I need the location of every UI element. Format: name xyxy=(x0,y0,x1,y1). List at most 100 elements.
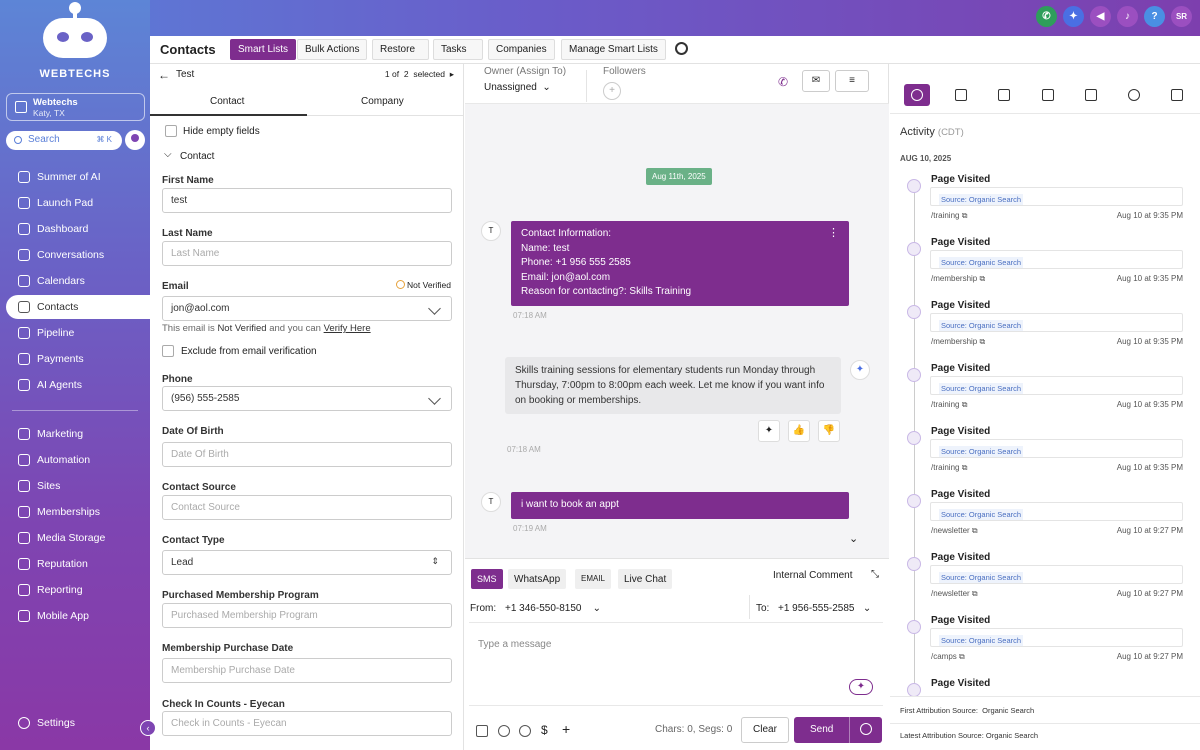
nav-sites[interactable]: Sites xyxy=(0,474,150,498)
tasks-check-icon[interactable] xyxy=(948,84,974,106)
checkin-input[interactable]: Check in Counts - Eyecan xyxy=(162,711,452,736)
message-input[interactable]: Type a message xyxy=(478,639,551,650)
exclude-verification-checkbox[interactable] xyxy=(162,345,174,357)
scroll-down-icon[interactable]: ⌄ xyxy=(849,532,858,545)
pencil-icon[interactable] xyxy=(428,392,441,405)
tasks-button[interactable]: Tasks xyxy=(433,39,483,60)
owner-select[interactable]: Unassigned ⌄ xyxy=(484,82,551,93)
calendar-icon[interactable] xyxy=(1035,84,1061,106)
contact-source-input[interactable]: Contact Source xyxy=(162,495,452,520)
event-path-link[interactable]: /training ⧉ xyxy=(931,400,967,410)
nav-dashboard[interactable]: Dashboard xyxy=(0,217,150,241)
event-path-link[interactable]: /training ⧉ xyxy=(931,463,967,473)
nav-reporting[interactable]: Reporting xyxy=(0,578,150,602)
ai-suggest-icon[interactable]: ✦ xyxy=(758,420,780,442)
internal-comment-toggle[interactable]: Internal Comment xyxy=(773,570,852,581)
nav-reputation[interactable]: Reputation xyxy=(0,552,150,576)
next-arrow-icon[interactable]: ▸ xyxy=(450,69,454,79)
nav-launch-pad[interactable]: Launch Pad xyxy=(0,191,150,215)
schedule-icon[interactable] xyxy=(860,723,872,735)
nav-conversations[interactable]: Conversations xyxy=(0,243,150,267)
thumbs-up-icon[interactable]: 👍 xyxy=(788,420,810,442)
companies-button[interactable]: Companies xyxy=(488,39,555,60)
tab-whatsapp[interactable]: WhatsApp xyxy=(508,569,567,589)
event-path-link[interactable]: /training ⧉ xyxy=(931,211,967,221)
nav-payments[interactable]: Payments xyxy=(0,347,150,371)
last-name-input[interactable]: Last Name xyxy=(162,241,452,266)
attachment-icon[interactable] xyxy=(498,725,510,737)
event-path-link[interactable]: /camps ⧉ xyxy=(931,652,965,662)
to-number-select[interactable]: +1 956-555-2585 ⌄ xyxy=(778,603,871,614)
expand-icon[interactable]: ⤡ xyxy=(871,569,879,580)
user-avatar[interactable]: SR xyxy=(1171,6,1192,27)
nav-media-storage[interactable]: Media Storage xyxy=(0,526,150,550)
email-input[interactable]: jon@aol.com xyxy=(162,296,452,321)
from-number-select[interactable]: +1 346-550-8150 ⌄ xyxy=(505,603,601,614)
emoji-icon[interactable] xyxy=(519,725,531,737)
megaphone-icon[interactable]: ◀ xyxy=(1090,6,1111,27)
thumbs-down-icon[interactable]: 👎 xyxy=(818,420,840,442)
conversation-panel: Owner (Assign To) Unassigned ⌄ Followers… xyxy=(465,64,889,750)
plus-icon[interactable]: + xyxy=(562,721,570,737)
collapse-sidebar-button[interactable]: ‹ xyxy=(140,720,156,736)
document-icon[interactable] xyxy=(1078,84,1104,106)
workflow-icon[interactable] xyxy=(1164,84,1190,106)
location-switcher[interactable]: Webtechs Katy, TX xyxy=(6,93,145,121)
verify-here-link[interactable]: Verify Here xyxy=(324,323,371,334)
add-follower-icon[interactable]: + xyxy=(603,82,621,100)
event-path-link[interactable]: /membership ⧉ xyxy=(931,337,985,347)
hide-empty-checkbox[interactable] xyxy=(165,125,177,137)
tab-live-chat[interactable]: Live Chat xyxy=(618,569,673,589)
template-icon[interactable] xyxy=(476,725,488,737)
nav-contacts[interactable]: Contacts xyxy=(6,295,150,319)
tab-contact[interactable]: Contact xyxy=(210,96,244,107)
ai-compose-icon[interactable]: ✦ xyxy=(849,679,873,695)
email-icon[interactable]: ✉ xyxy=(802,70,830,92)
search-bar[interactable]: Search ⌘ K xyxy=(6,131,122,150)
smart-lists-button[interactable]: Smart Lists xyxy=(230,39,297,60)
help-icon[interactable]: ? xyxy=(1144,6,1165,27)
payments-dollar-icon[interactable] xyxy=(1121,84,1147,106)
tab-sms[interactable]: SMS xyxy=(471,569,503,589)
clear-button[interactable]: Clear xyxy=(741,717,789,743)
nav-mobile-app[interactable]: Mobile App xyxy=(0,604,150,628)
purchase-date-input[interactable]: Membership Purchase Date xyxy=(162,658,452,683)
phone-call-icon[interactable]: ✆ xyxy=(778,75,788,89)
chevron-down-icon[interactable]: ⌵ xyxy=(164,149,172,160)
nav-ai-agents[interactable]: AI Agents xyxy=(0,373,150,397)
program-input[interactable]: Purchased Membership Program xyxy=(162,603,452,628)
nav-marketing[interactable]: Marketing xyxy=(0,422,150,446)
send-button[interactable]: Send xyxy=(794,717,882,743)
nav-summer-of-ai[interactable]: Summer of AI xyxy=(0,165,150,189)
phone-input[interactable]: (956) 555-2585 xyxy=(162,386,452,411)
nav-memberships[interactable]: Memberships xyxy=(0,500,150,524)
tab-company[interactable]: Company xyxy=(361,96,404,107)
event-path-link[interactable]: /newsletter ⧉ xyxy=(931,589,978,599)
contact-type-select[interactable]: Lead ⇕ xyxy=(162,550,452,575)
bulk-actions-button[interactable]: Bulk Actions xyxy=(297,39,368,60)
pencil-icon[interactable] xyxy=(428,302,441,315)
user-icon[interactable] xyxy=(125,130,145,150)
nav-automation[interactable]: Automation xyxy=(0,448,150,472)
dob-input[interactable]: Date Of Birth xyxy=(162,442,452,467)
event-path-link[interactable]: /newsletter ⧉ xyxy=(931,526,978,536)
dollar-icon[interactable]: $ xyxy=(541,723,548,737)
first-name-input[interactable]: test xyxy=(162,188,452,213)
more-options-icon[interactable]: ⋮ xyxy=(828,226,839,241)
ai-sparkle-icon[interactable]: ✦ xyxy=(1063,6,1084,27)
back-arrow-icon[interactable]: ← xyxy=(158,68,170,82)
gear-icon[interactable] xyxy=(675,42,688,55)
activity-clock-icon[interactable] xyxy=(904,84,930,106)
restore-button[interactable]: Restore xyxy=(372,39,429,60)
manage-smart-lists-button[interactable]: Manage Smart Lists xyxy=(561,39,666,60)
nav-settings[interactable]: Settings xyxy=(0,711,150,735)
nav-pipeline[interactable]: Pipeline xyxy=(0,321,150,345)
filter-icon[interactable]: ≡ xyxy=(835,70,869,92)
tab-email[interactable]: EMAIL xyxy=(575,569,612,589)
notes-pencil-icon[interactable] xyxy=(991,84,1017,106)
phone-icon[interactable]: ✆ xyxy=(1036,6,1057,27)
event-path-link[interactable]: /membership ⧉ xyxy=(931,274,985,284)
bell-icon[interactable]: ♪ xyxy=(1117,6,1138,27)
brand-logo[interactable]: WEBTECHS xyxy=(35,2,115,84)
nav-calendars[interactable]: Calendars xyxy=(0,269,150,293)
